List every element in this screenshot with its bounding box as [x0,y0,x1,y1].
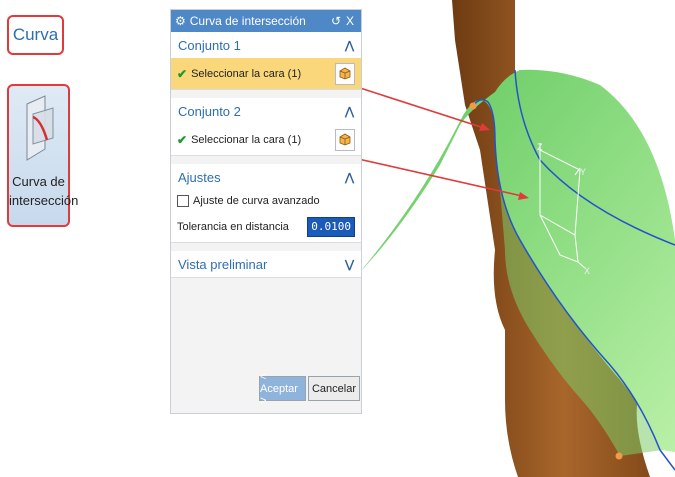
ribbon-group-label: Curva [7,15,64,55]
intersection-curve-icon [26,95,54,161]
curve-endpoint [615,452,623,460]
settings-header[interactable]: Ajustes ⋀ [171,164,361,190]
dialog-title: Curva de intersección [189,14,306,28]
set1-section: Conjunto 1 ⋀ ✔ Seleccionar la cara (1) [171,32,361,90]
close-icon[interactable]: X [343,14,357,28]
face-selection-icon[interactable] [335,128,355,151]
preview-title: Vista preliminar [178,256,268,272]
set2-title: Conjunto 2 [178,103,241,119]
tool-label-line2: intersección [9,193,79,208]
reset-icon[interactable]: ↺ [329,14,343,28]
axis-label-y: Y [580,167,586,177]
cancel-button[interactable]: Cancelar [308,376,360,401]
set1-header[interactable]: Conjunto 1 ⋀ [171,32,361,58]
set2-section: Conjunto 2 ⋀ ✔ Seleccionar la cara (1) [171,98,361,156]
intersection-curve-button[interactable]: Curva de intersección [7,84,79,227]
preview-header[interactable]: Vista preliminar ⋁ [171,251,361,277]
ribbon-group-text: Curva [12,25,59,44]
settings-title: Ajustes [178,169,221,185]
axis-label-x: X [584,266,590,276]
intersection-curve-dialog: ⚙ Curva de intersección ↺ X Conjunto 1 ⋀… [170,9,362,414]
set1-select-label: Seleccionar la cara (1) [191,67,302,80]
gear-icon[interactable]: ⚙ [175,14,186,28]
checkmark-icon: ✔ [177,132,188,147]
checkmark-icon: ✔ [177,66,188,81]
face-selection-icon[interactable] [335,62,355,85]
set2-header[interactable]: Conjunto 2 ⋀ [171,98,361,124]
preview-section: Vista preliminar ⋁ [171,251,361,278]
curve-endpoint [469,102,477,110]
chevron-down-icon[interactable]: ⋁ [345,258,354,271]
tolerance-row: Tolerancia en distancia 0.0100 [171,212,361,242]
settings-section: Ajustes ⋀ Ajuste de curva avanzado Toler… [171,164,361,243]
chevron-up-icon[interactable]: ⋀ [345,39,354,52]
set2-select-face[interactable]: ✔ Seleccionar la cara (1) [171,124,361,155]
chevron-up-icon[interactable]: ⋀ [345,105,354,118]
axis-label-z: Z [537,142,543,152]
tolerance-input[interactable]: 0.0100 [307,217,355,237]
advanced-fit-checkbox[interactable] [177,195,189,207]
dialog-button-bar: < Aceptar > Cancelar [259,371,360,407]
chevron-up-icon[interactable]: ⋀ [345,171,354,184]
advanced-fit-option[interactable]: Ajuste de curva avanzado [171,190,361,212]
ok-button[interactable]: < Aceptar > [259,371,306,407]
tolerance-label: Tolerancia en distancia [177,221,289,233]
tool-label-line1: Curva de [12,174,65,189]
set2-select-label: Seleccionar la cara (1) [191,133,302,146]
set1-title: Conjunto 1 [178,37,241,53]
dialog-titlebar[interactable]: ⚙ Curva de intersección ↺ X [171,10,361,32]
advanced-fit-label: Ajuste de curva avanzado [193,195,320,207]
set1-select-face[interactable]: ✔ Seleccionar la cara (1) [171,58,361,89]
